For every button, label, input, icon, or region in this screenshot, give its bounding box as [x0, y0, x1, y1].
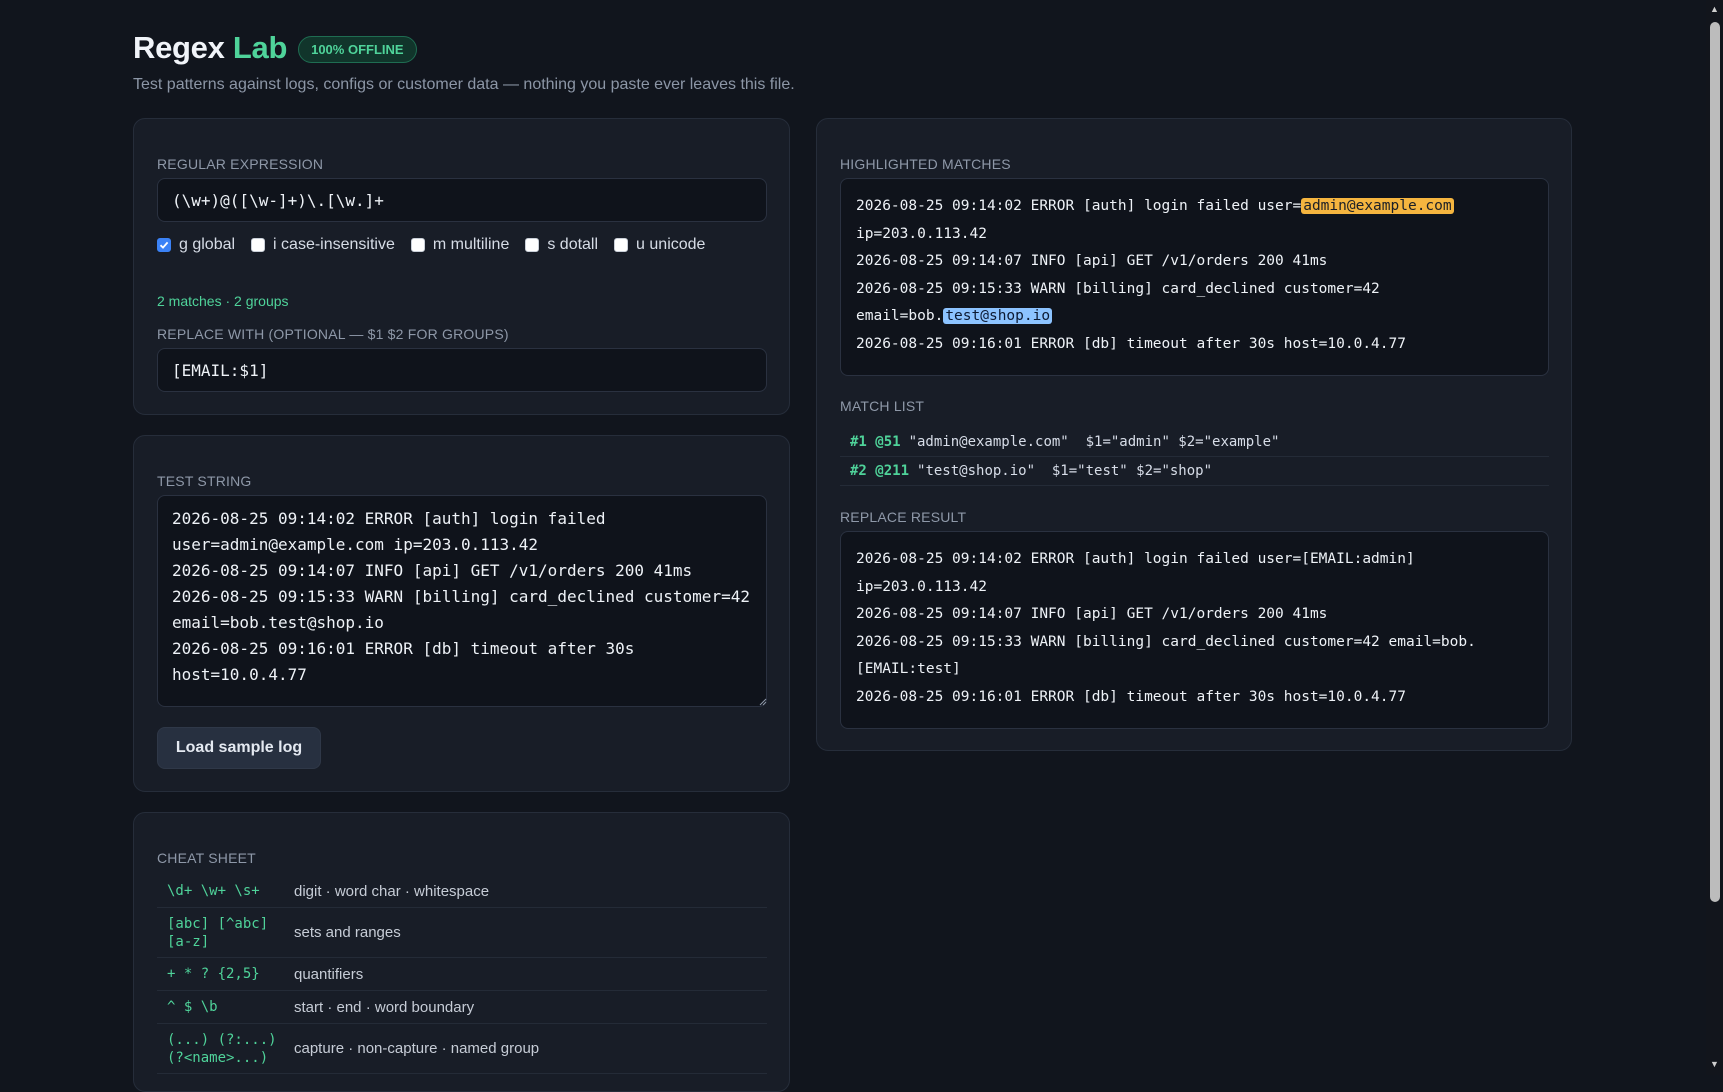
scrollbar-thumb[interactable] [1710, 22, 1720, 902]
replace-result-output: 2026-08-25 09:14:02 ERROR [auth] login f… [840, 531, 1549, 729]
regex-label: REGULAR EXPRESSION [157, 156, 324, 172]
scroll-up-icon[interactable]: ▲ [1710, 5, 1719, 14]
test-string-card: TEST STRING 2026-08-25 09:14:02 ERROR [a… [133, 435, 790, 792]
cheat-desc: capture · non-capture · named group [294, 1040, 540, 1057]
cheat-row: \d+ \w+ \s+ digit · word char · whitespa… [157, 875, 767, 908]
cheat-desc: sets and ranges [294, 924, 401, 941]
cheat-row: [abc] [^abc] [a-z] sets and ranges [157, 908, 767, 958]
flag-multiline[interactable]: m multiline [410, 236, 510, 254]
page-header: Regex Lab 100% OFFLINE Test patterns aga… [133, 30, 795, 94]
page-subtitle: Test patterns against logs, configs or c… [133, 76, 795, 93]
cheat-desc: digit · word char · whitespace [294, 882, 490, 900]
flag-multiline-checkbox[interactable] [410, 238, 425, 252]
match-list-item: #2 @211 "test@shop.io" $1="test" $2="sho… [840, 457, 1549, 486]
match-list-label: MATCH LIST [840, 398, 925, 414]
resize-handle-icon[interactable] [759, 698, 767, 706]
page-title: Regex Lab [133, 30, 287, 66]
highlighted-output: 2026-08-25 09:14:02 ERROR [auth] login f… [840, 178, 1549, 376]
cheat-desc: start · end · word boundary [294, 998, 475, 1016]
match-detail: "admin@example.com" $1="admin" $2="examp… [908, 434, 1280, 450]
match-highlight-1: admin@example.com [1301, 198, 1454, 214]
flag-global[interactable]: g global [157, 236, 235, 254]
cheat-code: (...) (?:...) (?<name>...) [167, 1031, 277, 1066]
flag-dotall-checkbox[interactable] [525, 238, 540, 252]
flag-case-insensitive-label: i case-insensitive [273, 236, 395, 253]
cheat-code: \d+ \w+ \s+ [167, 883, 260, 899]
test-string-label: TEST STRING [157, 473, 252, 489]
match-highlight-2: test@shop.io [943, 308, 1053, 324]
flag-global-checkbox[interactable] [157, 238, 171, 252]
cheat-code: [abc] [^abc] [a-z] [167, 915, 269, 950]
flag-dotall-label: s dotall [547, 236, 599, 253]
flag-unicode[interactable]: u unicode [614, 236, 705, 254]
test-string-textarea[interactable]: 2026-08-25 09:14:02 ERROR [auth] login f… [157, 495, 767, 707]
cheat-row: ^ $ \b start · end · word boundary [157, 991, 767, 1024]
flag-case-insensitive-checkbox[interactable] [251, 238, 266, 252]
cheat-sheet-table: \d+ \w+ \s+ digit · word char · whitespa… [157, 875, 767, 1074]
hl-line-1: 2026-08-25 09:14:02 ERROR [auth] login f… [856, 198, 1302, 214]
match-stats: 2 matches · 2 groups [157, 293, 289, 309]
cheat-desc: quantifiers [294, 965, 364, 983]
cheat-sheet-card: CHEAT SHEET \d+ \w+ \s+ digit · word cha… [133, 812, 790, 1092]
page-scrollbar[interactable]: ▲ ▼ [1706, 0, 1723, 1075]
cheat-code: + * ? {2,5} [167, 966, 260, 982]
replace-input[interactable]: [EMAIL:$1] [157, 348, 767, 392]
match-list-item: #1 @51 "admin@example.com" $1="admin" $2… [840, 428, 1549, 457]
flag-unicode-label: u unicode [636, 236, 706, 253]
regex-card: REGULAR EXPRESSION (\w+)@([\w-]+)\.[\w.]… [133, 118, 790, 415]
match-list: #1 @51 "admin@example.com" $1="admin" $2… [840, 428, 1549, 486]
results-card: HIGHLIGHTED MATCHES 2026-08-25 09:14:02 … [816, 118, 1572, 751]
hl-line-4: 2026-08-25 09:15:33 WARN [billing] card_… [856, 280, 1380, 297]
highlight-label: HIGHLIGHTED MATCHES [840, 156, 1011, 172]
cheat-row: (...) (?:...) (?<name>...) capture · non… [157, 1024, 767, 1074]
flags-row: g global i case-insensitive m multiline … [157, 236, 721, 254]
cheat-sheet-label: CHEAT SHEET [157, 850, 256, 866]
offline-badge: 100% OFFLINE [298, 36, 417, 63]
scroll-down-icon[interactable]: ▼ [1710, 1060, 1719, 1069]
flag-global-label: g global [179, 236, 236, 253]
hl-line-6: 2026-08-25 09:16:01 ERROR [db] timeout a… [856, 335, 1406, 352]
hl-line-5: email=bob. [856, 308, 944, 324]
title-accent: Lab [232, 30, 288, 65]
title-row: Regex Lab 100% OFFLINE [133, 30, 795, 66]
match-number: #2 @211 [850, 463, 910, 479]
flag-dotall[interactable]: s dotall [525, 236, 598, 254]
flag-multiline-label: m multiline [432, 236, 510, 253]
flag-case-insensitive[interactable]: i case-insensitive [251, 236, 395, 254]
replace-result-label: REPLACE RESULT [840, 509, 967, 525]
hl-line-3: 2026-08-25 09:14:07 INFO [api] GET /v1/o… [856, 253, 1328, 269]
load-sample-button[interactable]: Load sample log [157, 727, 321, 769]
cheat-code: ^ $ \b [167, 999, 218, 1015]
cheat-row: + * ? {2,5} quantifiers [157, 958, 767, 991]
match-detail: "test@shop.io" $1="test" $2="shop" [917, 463, 1213, 479]
replace-label: REPLACE WITH (OPTIONAL — $1 $2 FOR GROUP… [157, 326, 509, 342]
title-main: Regex [133, 30, 225, 65]
hl-line-2: ip=203.0.113.42 [856, 225, 987, 242]
regex-input[interactable]: (\w+)@([\w-]+)\.[\w.]+ [157, 178, 767, 222]
flag-unicode-checkbox[interactable] [614, 238, 629, 252]
match-number: #1 @51 [850, 434, 901, 450]
